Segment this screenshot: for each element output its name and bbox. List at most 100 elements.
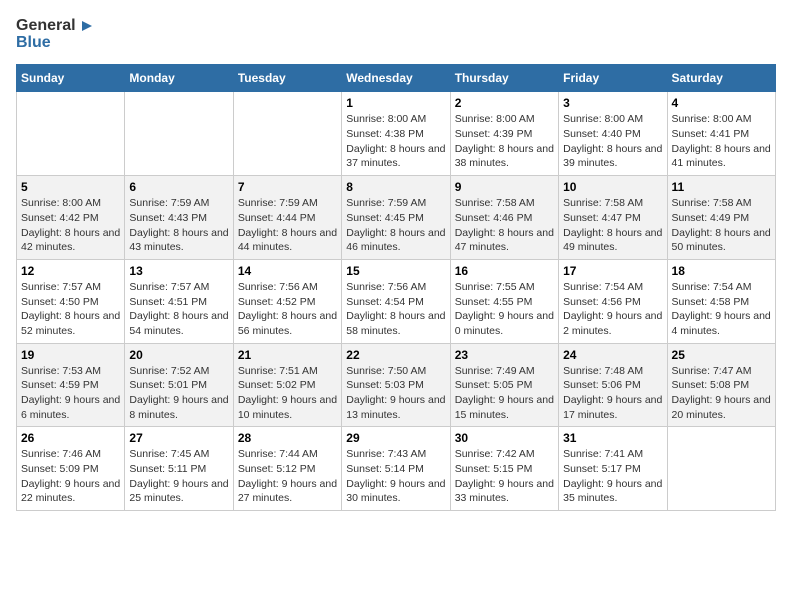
day-number: 25 [672, 348, 771, 362]
weekday-header-monday: Monday [125, 65, 233, 92]
day-detail: Sunrise: 7:58 AMSunset: 4:46 PMDaylight:… [455, 196, 554, 255]
weekday-header-row: SundayMondayTuesdayWednesdayThursdayFrid… [17, 65, 776, 92]
day-detail: Sunrise: 7:42 AMSunset: 5:15 PMDaylight:… [455, 447, 554, 506]
day-detail: Sunrise: 7:48 AMSunset: 5:06 PMDaylight:… [563, 364, 662, 423]
day-number: 4 [672, 96, 771, 110]
calendar-cell: 19 Sunrise: 7:53 AMSunset: 4:59 PMDayligh… [17, 343, 125, 427]
calendar-cell [17, 92, 125, 176]
calendar-cell: 23 Sunrise: 7:49 AMSunset: 5:05 PMDayligh… [450, 343, 558, 427]
day-number: 2 [455, 96, 554, 110]
day-detail: Sunrise: 7:44 AMSunset: 5:12 PMDaylight:… [238, 447, 337, 506]
day-detail: Sunrise: 8:00 AMSunset: 4:39 PMDaylight:… [455, 112, 554, 171]
day-number: 23 [455, 348, 554, 362]
day-number: 13 [129, 264, 228, 278]
calendar-cell [667, 427, 775, 511]
calendar-cell: 21 Sunrise: 7:51 AMSunset: 5:02 PMDayligh… [233, 343, 341, 427]
week-row-2: 5 Sunrise: 8:00 AMSunset: 4:42 PMDaylight… [17, 176, 776, 260]
calendar-cell: 28Sunrise: 7:44 AMSunset: 5:12 PMDayligh… [233, 427, 341, 511]
weekday-header-saturday: Saturday [667, 65, 775, 92]
day-number: 17 [563, 264, 662, 278]
calendar-cell: 17Sunrise: 7:54 AMSunset: 4:56 PMDayligh… [559, 259, 667, 343]
calendar-cell: 27Sunrise: 7:45 AMSunset: 5:11 PMDayligh… [125, 427, 233, 511]
calendar-cell: 5 Sunrise: 8:00 AMSunset: 4:42 PMDaylight… [17, 176, 125, 260]
weekday-header-wednesday: Wednesday [342, 65, 450, 92]
calendar-cell: 13 Sunrise: 7:57 AMSunset: 4:51 PMDayligh… [125, 259, 233, 343]
day-number: 7 [238, 180, 337, 194]
logo: General Blue [16, 16, 96, 52]
calendar-cell: 16Sunrise: 7:55 AMSunset: 4:55 PMDayligh… [450, 259, 558, 343]
calendar-cell [125, 92, 233, 176]
weekday-header-thursday: Thursday [450, 65, 558, 92]
day-number: 18 [672, 264, 771, 278]
day-detail: Sunrise: 7:58 AMSunset: 4:49 PMDaylight:… [672, 196, 771, 255]
calendar-cell: 18 Sunrise: 7:54 AMSunset: 4:58 PMDayligh… [667, 259, 775, 343]
day-number: 8 [346, 180, 445, 194]
day-number: 26 [21, 431, 120, 445]
day-detail: Sunrise: 7:47 AMSunset: 5:08 PMDaylight:… [672, 364, 771, 423]
calendar-cell: 2 Sunrise: 8:00 AMSunset: 4:39 PMDaylight… [450, 92, 558, 176]
day-number: 12 [21, 264, 120, 278]
day-number: 11 [672, 180, 771, 194]
day-detail: Sunrise: 8:00 AMSunset: 4:42 PMDaylight:… [21, 196, 120, 255]
logo-graphic: General Blue [16, 16, 96, 52]
day-detail: Sunrise: 7:46 AMSunset: 5:09 PMDaylight:… [21, 447, 120, 506]
day-detail: Sunrise: 7:51 AMSunset: 5:02 PMDaylight:… [238, 364, 337, 423]
week-row-1: 1 Sunrise: 8:00 AMSunset: 4:38 PMDaylight… [17, 92, 776, 176]
day-detail: Sunrise: 7:59 AMSunset: 4:44 PMDaylight:… [238, 196, 337, 255]
calendar-cell: 20 Sunrise: 7:52 AMSunset: 5:01 PMDayligh… [125, 343, 233, 427]
day-number: 20 [129, 348, 228, 362]
day-detail: Sunrise: 8:00 AMSunset: 4:41 PMDaylight:… [672, 112, 771, 171]
day-number: 1 [346, 96, 445, 110]
day-number: 21 [238, 348, 337, 362]
calendar-cell: 30 Sunrise: 7:42 AMSunset: 5:15 PMDayligh… [450, 427, 558, 511]
calendar-cell [233, 92, 341, 176]
day-detail: Sunrise: 7:49 AMSunset: 5:05 PMDaylight:… [455, 364, 554, 423]
calendar-cell: 6Sunrise: 7:59 AMSunset: 4:43 PMDaylight… [125, 176, 233, 260]
day-detail: Sunrise: 7:53 AMSunset: 4:59 PMDaylight:… [21, 364, 120, 423]
calendar-table: SundayMondayTuesdayWednesdayThursdayFrid… [16, 64, 776, 511]
calendar-cell: 24 Sunrise: 7:48 AMSunset: 5:06 PMDayligh… [559, 343, 667, 427]
calendar-cell: 8Sunrise: 7:59 AMSunset: 4:45 PMDaylight… [342, 176, 450, 260]
day-detail: Sunrise: 7:50 AMSunset: 5:03 PMDaylight:… [346, 364, 445, 423]
day-number: 29 [346, 431, 445, 445]
calendar-cell: 29 Sunrise: 7:43 AMSunset: 5:14 PMDayligh… [342, 427, 450, 511]
calendar-cell: 26 Sunrise: 7:46 AMSunset: 5:09 PMDayligh… [17, 427, 125, 511]
calendar-cell: 12 Sunrise: 7:57 AMSunset: 4:50 PMDayligh… [17, 259, 125, 343]
day-number: 30 [455, 431, 554, 445]
day-number: 31 [563, 431, 662, 445]
calendar-cell: 14 Sunrise: 7:56 AMSunset: 4:52 PMDayligh… [233, 259, 341, 343]
week-row-4: 19 Sunrise: 7:53 AMSunset: 4:59 PMDayligh… [17, 343, 776, 427]
calendar-cell: 25 Sunrise: 7:47 AMSunset: 5:08 PMDayligh… [667, 343, 775, 427]
day-detail: Sunrise: 8:00 AMSunset: 4:40 PMDaylight:… [563, 112, 662, 171]
calendar-cell: 4 Sunrise: 8:00 AMSunset: 4:41 PMDaylight… [667, 92, 775, 176]
day-detail: Sunrise: 7:57 AMSunset: 4:51 PMDaylight:… [129, 280, 228, 339]
day-number: 19 [21, 348, 120, 362]
day-number: 5 [21, 180, 120, 194]
day-detail: Sunrise: 7:54 AMSunset: 4:58 PMDaylight:… [672, 280, 771, 339]
day-detail: Sunrise: 7:41 AMSunset: 5:17 PMDaylight:… [563, 447, 662, 506]
day-number: 14 [238, 264, 337, 278]
day-detail: Sunrise: 7:58 AMSunset: 4:47 PMDaylight:… [563, 196, 662, 255]
calendar-cell: 7 Sunrise: 7:59 AMSunset: 4:44 PMDaylight… [233, 176, 341, 260]
calendar-cell: 1 Sunrise: 8:00 AMSunset: 4:38 PMDaylight… [342, 92, 450, 176]
logo-text-blue: Blue [16, 33, 51, 52]
page-header: General Blue [16, 16, 776, 52]
calendar-cell: 15Sunrise: 7:56 AMSunset: 4:54 PMDayligh… [342, 259, 450, 343]
day-detail: Sunrise: 8:00 AMSunset: 4:38 PMDaylight:… [346, 112, 445, 171]
day-detail: Sunrise: 7:43 AMSunset: 5:14 PMDaylight:… [346, 447, 445, 506]
day-number: 22 [346, 348, 445, 362]
day-number: 16 [455, 264, 554, 278]
logo-arrow-icon [78, 17, 96, 35]
day-number: 10 [563, 180, 662, 194]
weekday-header-tuesday: Tuesday [233, 65, 341, 92]
calendar-cell: 11 Sunrise: 7:58 AMSunset: 4:49 PMDayligh… [667, 176, 775, 260]
week-row-3: 12 Sunrise: 7:57 AMSunset: 4:50 PMDayligh… [17, 259, 776, 343]
calendar-cell: 31 Sunrise: 7:41 AMSunset: 5:17 PMDayligh… [559, 427, 667, 511]
day-detail: Sunrise: 7:45 AMSunset: 5:11 PMDaylight:… [129, 447, 228, 506]
day-number: 24 [563, 348, 662, 362]
day-detail: Sunrise: 7:57 AMSunset: 4:50 PMDaylight:… [21, 280, 120, 339]
calendar-cell: 9Sunrise: 7:58 AMSunset: 4:46 PMDaylight… [450, 176, 558, 260]
day-detail: Sunrise: 7:52 AMSunset: 5:01 PMDaylight:… [129, 364, 228, 423]
day-detail: Sunrise: 7:56 AMSunset: 4:52 PMDaylight:… [238, 280, 337, 339]
calendar-cell: 10 Sunrise: 7:58 AMSunset: 4:47 PMDayligh… [559, 176, 667, 260]
